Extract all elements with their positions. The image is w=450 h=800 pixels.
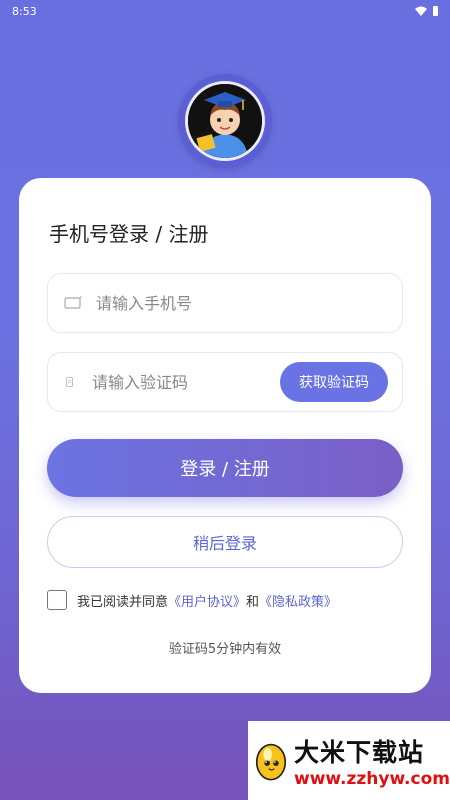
agree-checkbox[interactable] — [47, 590, 67, 610]
login-later-button[interactable]: 稍后登录 — [47, 516, 403, 568]
lock-code-icon — [65, 376, 74, 388]
avatar-image — [185, 81, 265, 161]
get-code-button[interactable]: 获取验证码 — [280, 362, 388, 402]
watermark-url: www.zzhyw.com — [293, 768, 450, 789]
privacy-policy-link[interactable]: 《隐私政策》 — [259, 591, 337, 610]
student-avatar-icon — [188, 84, 262, 158]
battery-icon — [433, 6, 438, 16]
avatar — [178, 74, 272, 168]
phone-field[interactable] — [47, 273, 403, 333]
phone-input[interactable] — [96, 293, 402, 313]
watermark: 大米下载站 www.zzhyw.com — [248, 721, 450, 800]
wifi-icon — [415, 6, 427, 16]
page-title: 手机号登录 / 注册 — [49, 222, 209, 246]
user-agreement-link[interactable]: 《用户协议》 — [168, 591, 246, 610]
status-time: 8:53 — [12, 4, 37, 18]
agree-text: 我已阅读并同意 — [77, 594, 169, 610]
login-button[interactable]: 登录 / 注册 — [47, 439, 403, 497]
and-text: 和 — [246, 594, 260, 610]
login-card: 手机号登录 / 注册 获取验证码 登录 / 注册 稍后登录 我已阅读并同意 《用… — [19, 178, 431, 693]
agreement-row: 我已阅读并同意 《用户协议》 和 《隐私政策》 — [47, 590, 337, 610]
watermark-title: 大米下载站 — [293, 737, 424, 767]
status-icons — [415, 6, 438, 16]
phone-card-icon — [64, 296, 82, 309]
rice-mascot-icon — [255, 743, 287, 780]
code-field[interactable]: 获取验证码 — [47, 352, 403, 412]
code-validity-hint: 验证码5分钟内有效 — [168, 642, 282, 657]
status-bar: 8:53 — [0, 0, 450, 22]
